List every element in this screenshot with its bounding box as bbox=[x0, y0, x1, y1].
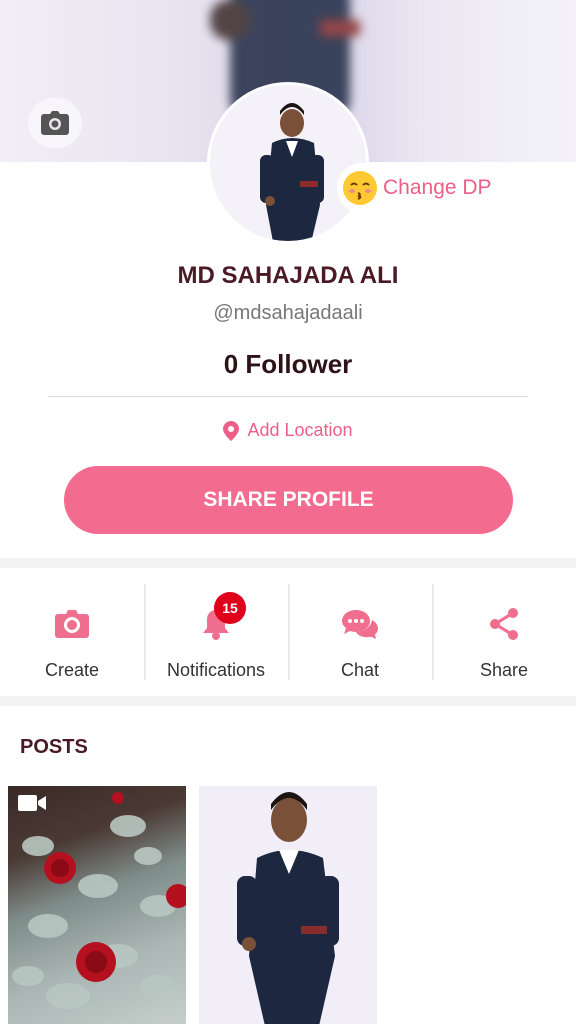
post-thumbnail[interactable] bbox=[8, 786, 186, 1024]
share-profile-button[interactable]: SHARE PROFILE bbox=[64, 466, 513, 534]
location-pin-icon bbox=[223, 420, 240, 441]
posts-section: POSTS bbox=[0, 706, 576, 1024]
kissing-face-icon bbox=[343, 171, 377, 205]
notification-badge: 15 bbox=[214, 592, 246, 624]
profile-handle: @mdsahajadaali bbox=[213, 302, 363, 324]
create-button[interactable]: Create bbox=[0, 568, 144, 696]
notifications-label: Notifications bbox=[166, 660, 266, 680]
video-camera-icon bbox=[18, 795, 46, 811]
change-cover-button[interactable] bbox=[28, 98, 82, 148]
share-button[interactable]: Share bbox=[432, 568, 576, 696]
person-image bbox=[199, 786, 377, 1024]
camera-icon bbox=[55, 610, 89, 638]
notifications-button[interactable]: 15 Notifications bbox=[144, 568, 288, 696]
chat-button[interactable]: Chat bbox=[288, 568, 432, 696]
chat-label: Chat bbox=[340, 660, 380, 680]
share-label: Share bbox=[479, 660, 529, 680]
share-icon bbox=[490, 608, 518, 640]
create-label: Create bbox=[44, 660, 100, 680]
posts-title: POSTS bbox=[20, 736, 88, 758]
add-location-label: Add Location bbox=[247, 420, 353, 440]
divider bbox=[48, 396, 528, 397]
chat-bubbles-icon bbox=[342, 610, 378, 639]
roses-image bbox=[12, 792, 186, 1009]
change-dp-button[interactable]: Change DP bbox=[337, 163, 510, 213]
profile-name: MD SAHAJADA ALI bbox=[177, 262, 399, 289]
post-thumbnail[interactable] bbox=[199, 786, 377, 1024]
avatar-image bbox=[210, 85, 366, 241]
camera-icon bbox=[41, 111, 69, 135]
follower-count[interactable]: 0 Follower bbox=[0, 349, 576, 380]
change-dp-label: Change DP bbox=[383, 176, 492, 199]
add-location-link[interactable]: Add Location bbox=[0, 420, 576, 441]
avatar[interactable] bbox=[207, 82, 369, 244]
action-bar: Create 15 Notifications Chat Share bbox=[0, 568, 576, 696]
